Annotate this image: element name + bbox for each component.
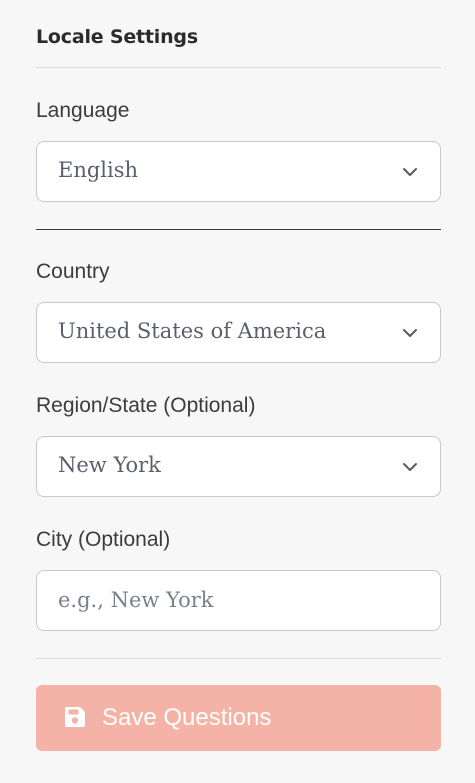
language-select[interactable]: English	[36, 141, 441, 202]
language-select-value: English	[58, 158, 139, 182]
title-divider	[36, 67, 441, 68]
region-select-value: New York	[58, 453, 161, 477]
city-label: City (Optional)	[36, 528, 171, 551]
country-select-value: United States of America	[58, 319, 327, 343]
country-select[interactable]: United States of America	[36, 302, 441, 363]
city-field	[36, 570, 441, 631]
chevron-down-icon	[403, 168, 417, 176]
region-label: Region/State (Optional)	[36, 394, 256, 417]
country-label: Country	[36, 260, 110, 283]
save-questions-button[interactable]: Save Questions	[36, 685, 441, 751]
form-footer-divider	[36, 658, 441, 659]
language-divider	[36, 229, 441, 230]
save-questions-label: Save Questions	[102, 704, 272, 731]
chevron-down-icon	[403, 463, 417, 471]
region-select[interactable]: New York	[36, 436, 441, 497]
chevron-down-icon	[403, 329, 417, 337]
section-title: Locale Settings	[36, 26, 198, 48]
floppy-disk-icon	[65, 707, 85, 727]
language-label: Language	[36, 99, 130, 122]
city-input[interactable]	[58, 586, 418, 614]
